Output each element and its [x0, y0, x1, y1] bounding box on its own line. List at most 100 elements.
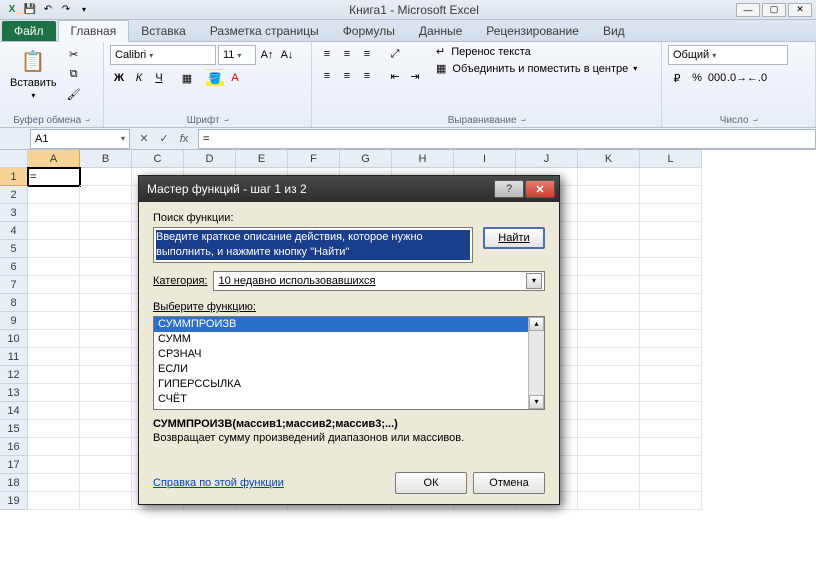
align-left-icon[interactable]: ≡ [318, 67, 336, 85]
fx-icon[interactable]: fx [176, 133, 192, 145]
column-header[interactable]: E [236, 150, 288, 168]
bold-button[interactable]: Ж [110, 69, 128, 87]
cell[interactable] [28, 204, 80, 222]
cell[interactable] [80, 348, 132, 366]
cell[interactable] [578, 186, 640, 204]
cancel-formula-icon[interactable]: ✕ [136, 132, 152, 145]
tab-data[interactable]: Данные [407, 21, 474, 41]
font-name-combo[interactable]: Calibri▾ [110, 45, 216, 65]
cell[interactable] [28, 474, 80, 492]
cell[interactable] [80, 204, 132, 222]
fill-color-icon[interactable]: 🪣 [206, 69, 224, 87]
cell[interactable] [80, 330, 132, 348]
cell[interactable] [28, 312, 80, 330]
maximize-button[interactable]: ▢ [762, 3, 786, 17]
cell[interactable] [80, 222, 132, 240]
cell[interactable] [640, 294, 702, 312]
cell[interactable] [640, 402, 702, 420]
border-icon[interactable]: ▦ [178, 69, 196, 87]
decrease-decimal-icon[interactable]: ←.0 [748, 69, 766, 87]
format-painter-icon[interactable]: 🖌 [65, 85, 83, 103]
cell[interactable] [578, 330, 640, 348]
align-top-icon[interactable]: ≡ [318, 45, 336, 63]
wrap-text-button[interactable]: ↵ Перенос текста [436, 45, 637, 58]
formula-input[interactable]: = [198, 129, 816, 149]
italic-button[interactable]: К [130, 69, 148, 87]
cell[interactable] [640, 186, 702, 204]
cell[interactable] [28, 420, 80, 438]
row-header[interactable]: 16 [0, 438, 28, 456]
cell[interactable] [640, 258, 702, 276]
qat-dropdown-icon[interactable]: ▾ [76, 2, 92, 18]
help-link[interactable]: Справка по этой функции [153, 477, 284, 489]
cell[interactable] [80, 168, 132, 186]
cell[interactable] [578, 492, 640, 510]
cell[interactable] [80, 420, 132, 438]
cell[interactable] [640, 348, 702, 366]
cell[interactable] [80, 294, 132, 312]
cell[interactable] [578, 474, 640, 492]
row-header[interactable]: 13 [0, 384, 28, 402]
cell[interactable] [28, 456, 80, 474]
cell[interactable] [578, 168, 640, 186]
cell[interactable] [578, 438, 640, 456]
cell[interactable] [80, 492, 132, 510]
scroll-down-icon[interactable]: ▾ [529, 395, 544, 409]
tab-insert[interactable]: Вставка [129, 21, 198, 41]
font-color-icon[interactable]: A [226, 69, 244, 87]
dialog-titlebar[interactable]: Мастер функций - шаг 1 из 2 ? ✕ [139, 176, 559, 202]
redo-icon[interactable]: ↷ [58, 2, 74, 18]
row-header[interactable]: 17 [0, 456, 28, 474]
merge-button[interactable]: ▦ Объединить и поместить в центре ▾ [436, 62, 637, 75]
row-header[interactable]: 12 [0, 366, 28, 384]
cell[interactable] [80, 474, 132, 492]
cell[interactable] [28, 330, 80, 348]
find-button[interactable]: Найти [483, 227, 545, 249]
cell[interactable] [80, 366, 132, 384]
cell[interactable] [640, 384, 702, 402]
align-middle-icon[interactable]: ≡ [338, 45, 356, 63]
name-box[interactable]: A1 ▾ [30, 129, 130, 149]
cell[interactable] [578, 276, 640, 294]
list-item[interactable]: СЧЁТ [154, 392, 528, 407]
row-header[interactable]: 10 [0, 330, 28, 348]
column-header[interactable]: D [184, 150, 236, 168]
increase-indent-icon[interactable]: ⇥ [406, 67, 424, 85]
cell[interactable] [28, 438, 80, 456]
cell[interactable] [80, 312, 132, 330]
category-combo[interactable]: 10 недавно использовавшихся ▾ [213, 271, 545, 291]
minimize-button[interactable]: — [736, 3, 760, 17]
row-header[interactable]: 9 [0, 312, 28, 330]
ok-button[interactable]: ОК [395, 472, 467, 494]
cell[interactable] [28, 402, 80, 420]
cell[interactable] [578, 456, 640, 474]
cell[interactable] [578, 258, 640, 276]
cell[interactable] [640, 312, 702, 330]
scroll-up-icon[interactable]: ▴ [529, 317, 544, 331]
cell[interactable] [80, 240, 132, 258]
percent-icon[interactable]: % [688, 69, 706, 87]
paste-button[interactable]: 📋 Вставить ▾ [6, 45, 61, 102]
cell[interactable] [640, 366, 702, 384]
list-item[interactable]: СУММПРОИЗВ [154, 317, 528, 332]
cell[interactable] [578, 348, 640, 366]
underline-button[interactable]: Ч [150, 69, 168, 87]
listbox-scrollbar[interactable]: ▴ ▾ [528, 317, 544, 409]
align-right-icon[interactable]: ≡ [358, 67, 376, 85]
cell[interactable] [578, 384, 640, 402]
cell[interactable] [578, 366, 640, 384]
column-header[interactable]: B [80, 150, 132, 168]
cell[interactable] [80, 384, 132, 402]
column-header[interactable]: A [28, 150, 80, 168]
cell[interactable] [640, 330, 702, 348]
cell[interactable] [578, 402, 640, 420]
list-item[interactable]: ЕСЛИ [154, 362, 528, 377]
file-tab[interactable]: Файл [2, 21, 56, 41]
cell[interactable] [28, 366, 80, 384]
cell[interactable] [578, 240, 640, 258]
column-header[interactable]: I [454, 150, 516, 168]
row-header[interactable]: 3 [0, 204, 28, 222]
cell[interactable]: = [28, 168, 80, 186]
cancel-button[interactable]: Отмена [473, 472, 545, 494]
save-icon[interactable]: 💾 [22, 2, 38, 18]
